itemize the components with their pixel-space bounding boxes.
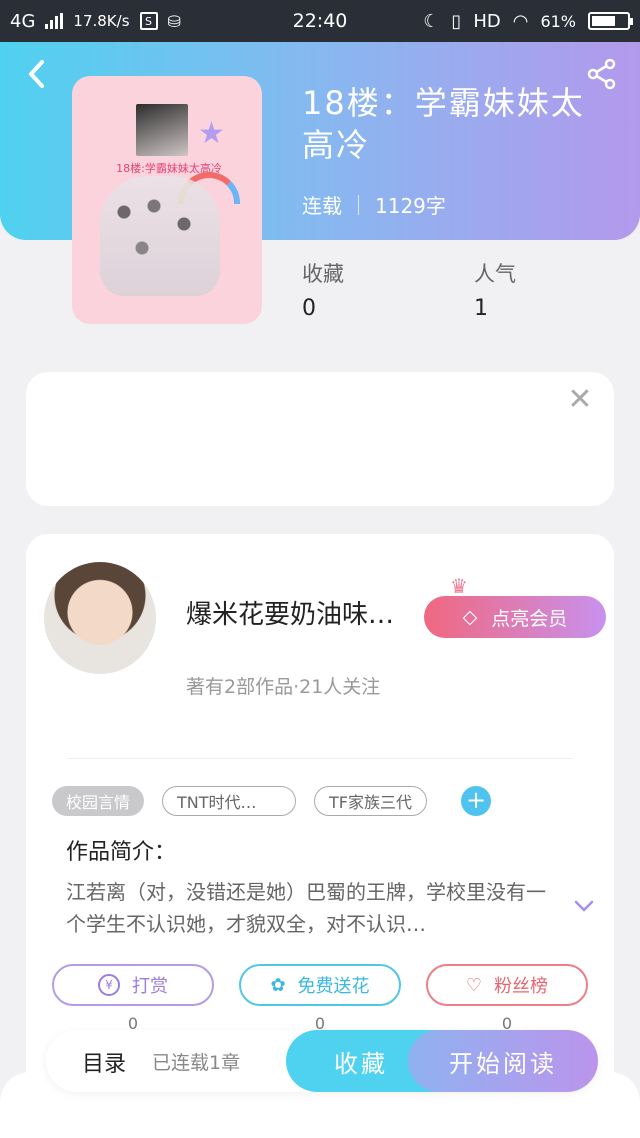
author-card: 爆米花要奶油味… ♛ ◇ 点亮会员 著有2部作品·21人关注 校园言情 TNT时… [26, 534, 614, 1094]
toc-chapter-count[interactable]: 已连载1章 [152, 1048, 240, 1075]
add-tag-icon[interactable]: + [461, 786, 491, 816]
popularity-stat-value: 1 [474, 296, 488, 321]
status-left: 4G 17.8K/s S ⛁ [10, 11, 181, 32]
diamond-icon: ◇ [462, 606, 478, 628]
separator [358, 194, 359, 215]
toc-button[interactable]: 目录 [82, 1046, 126, 1078]
serial-status: 连载 [302, 194, 342, 218]
reward-button[interactable]: ¥ 打赏 [52, 964, 214, 1006]
close-icon[interactable]: ✕ [566, 385, 594, 415]
tag[interactable]: TF家族三代 [314, 786, 427, 816]
ad-card: ✕ [26, 372, 614, 506]
crown-icon: ♛ [450, 574, 468, 598]
tag[interactable]: 校园言情 [52, 786, 145, 816]
popularity-stat-label: 人气 [474, 262, 516, 286]
data-icon: ⛁ [167, 11, 181, 31]
moon-icon: ☾ [423, 10, 440, 32]
hd-label: HD [473, 10, 501, 32]
vip-button[interactable]: ◇ 点亮会员 [424, 596, 606, 638]
vip-button-label: 点亮会员 [491, 607, 568, 630]
flower-button[interactable]: ✿ 免费送花 [239, 964, 401, 1006]
star-icon: ★ [198, 116, 225, 151]
book-title: 18楼：学霸妹妹太高冷 [302, 84, 585, 164]
reward-label: 打赏 [132, 976, 168, 997]
back-icon[interactable] [20, 56, 56, 92]
network-type: 4G [10, 10, 36, 32]
flower-icon: ✿ [270, 974, 286, 996]
flower-label: 免费送花 [297, 976, 370, 997]
author-meta: 著有2部作品·21人关注 [186, 676, 381, 698]
intro-heading: 作品简介： [66, 840, 177, 865]
battery-icon [588, 12, 633, 30]
cover-portrait [136, 104, 188, 156]
action-buttons: ¥ 打赏 ✿ 免费送花 ♡ 粉丝榜 [52, 964, 588, 1006]
cover-caption: 18楼:学霸妹妹太高冷 [116, 162, 222, 175]
fans-rank-button[interactable]: ♡ 粉丝榜 [426, 964, 588, 1006]
status-right: ☾ ▯ HD ◠ 61% [423, 10, 633, 32]
fans-label: 粉丝榜 [494, 976, 549, 997]
vibrate-icon: ▯ [451, 10, 462, 32]
author-name[interactable]: 爆米花要奶油味… [186, 594, 426, 631]
word-count: 1129字 [375, 194, 446, 218]
intro-body: 江若离（对，没错还是她）巴蜀的王牌，学校里没有一个学生不认识她，才貌双全，对不认… [66, 880, 546, 936]
chevron-down-icon[interactable] [572, 894, 596, 918]
yen-icon: ¥ [98, 974, 120, 996]
collect-stat-label: 收藏 [302, 262, 344, 286]
collect-stat-value: 0 [302, 296, 316, 321]
sim-icon: S [139, 12, 158, 30]
cover-group-photo [100, 176, 220, 296]
avatar[interactable] [44, 562, 156, 674]
battery-percent: 61% [540, 11, 576, 31]
wifi-icon: ◠ [512, 10, 529, 32]
status-bar: 4G 17.8K/s S ⛁ 22:40 ☾ ▯ HD ◠ 61% [0, 0, 640, 42]
start-reading-button[interactable]: 开始阅读 [408, 1030, 598, 1092]
tag-list: 校园言情 TNT时代… TF家族三代 + [52, 786, 491, 816]
book-cover[interactable]: ★ 18楼:学霸妹妹太高冷 [72, 76, 262, 324]
book-status-line: 连载 1129字 [302, 190, 446, 219]
bottom-action-bar: 目录 已连载1章 收藏 开始阅读 [46, 1030, 598, 1092]
user-heart-icon: ♡ [465, 974, 483, 996]
net-speed: 17.8K/s [73, 12, 130, 30]
divider [68, 758, 572, 759]
tag[interactable]: TNT时代… [162, 786, 297, 816]
signal-icon [45, 13, 64, 29]
